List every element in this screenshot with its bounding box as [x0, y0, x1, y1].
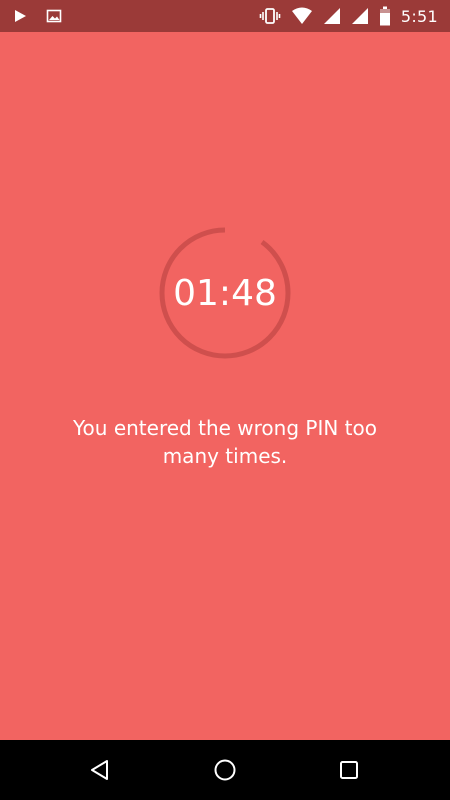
recent-apps-icon: [337, 758, 361, 782]
battery-icon: [379, 6, 391, 26]
countdown-time: 01:48: [173, 272, 277, 314]
wifi-icon: [291, 7, 313, 25]
lockout-screen: 01:48 You entered the wrong PIN too many…: [0, 32, 450, 740]
status-notifications: [12, 8, 80, 24]
back-button[interactable]: [85, 755, 115, 785]
home-icon: [213, 758, 237, 782]
navigation-bar: [0, 740, 450, 800]
status-bar: 5:51: [0, 0, 450, 32]
lockout-message: You entered the wrong PIN too many times…: [73, 416, 377, 468]
signal-icon: [351, 7, 369, 25]
back-icon: [88, 758, 112, 782]
recent-apps-button[interactable]: [334, 755, 364, 785]
status-system-icons: 5:51: [249, 6, 438, 26]
signal-icon: [323, 7, 341, 25]
home-button[interactable]: [210, 755, 240, 785]
status-time: 5:51: [400, 6, 438, 26]
image-icon: [46, 8, 62, 24]
countdown-timer: 01:48: [157, 225, 293, 361]
play-icon: [12, 8, 28, 24]
vibrate-icon: [259, 7, 281, 25]
